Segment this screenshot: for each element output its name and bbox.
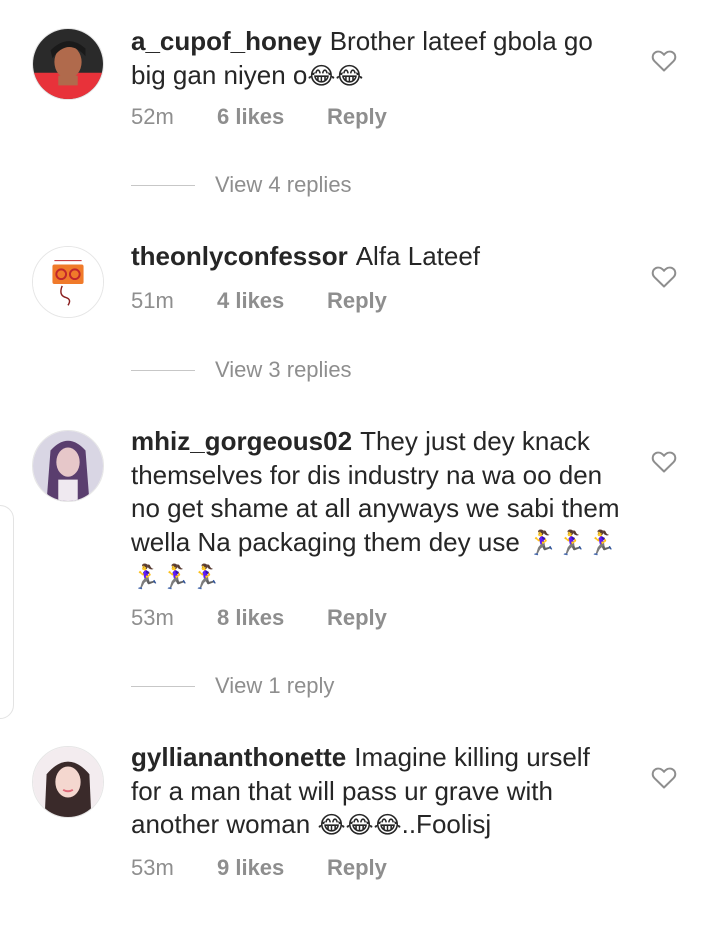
comment-username[interactable]: a_cupof_honey [131,26,322,56]
replies-divider [131,184,195,186]
replies-divider [131,369,195,371]
heart-outline-icon[interactable] [651,450,677,474]
view-replies-label: View 3 replies [215,357,352,382]
avatar[interactable] [32,28,104,100]
comment-meta: 53m 8 likes Reply [131,605,387,631]
comment-text: mhiz_gorgeous02 They just dey knack thems… [131,425,621,595]
heart-outline-icon[interactable] [651,49,677,73]
comment-username[interactable]: mhiz_gorgeous02 [131,426,352,456]
avatar[interactable] [32,746,104,818]
view-replies-button[interactable]: View 3 replies [131,357,352,383]
comment-likes[interactable]: 8 likes [217,605,327,631]
comment-emoji: 😂😂😂 [317,811,402,839]
comment-time: 53m [131,855,174,880]
comment-meta: 52m 6 likes Reply [131,104,387,130]
reply-button[interactable]: Reply [327,605,387,631]
comment-emoji: 😂😂 [307,61,364,90]
comment-text: a_cupof_honey Brother lateef gbola go big… [131,25,621,93]
comment-likes[interactable]: 9 likes [217,855,327,881]
comment-likes[interactable]: 6 likes [217,104,327,130]
comment-likes[interactable]: 4 likes [217,288,327,314]
reply-button[interactable]: Reply [327,855,387,881]
comment-username[interactable]: gylliananthonette [131,742,346,772]
comment-text: gylliananthonette Imagine killing urself … [131,741,621,843]
side-panel-edge [0,505,14,719]
heart-outline-icon[interactable] [651,265,677,289]
view-replies-button[interactable]: View 1 reply [131,673,334,699]
comment-body-suffix: ..Foolisj [401,809,492,839]
avatar[interactable] [32,430,104,502]
comment-meta: 51m 4 likes Reply [131,288,387,314]
reply-button[interactable]: Reply [327,104,387,130]
view-replies-label: View 1 reply [215,673,335,698]
view-replies-button[interactable]: View 4 replies [131,172,352,198]
comment-meta: 53m 9 likes Reply [131,855,387,881]
avatar[interactable] [32,246,104,318]
comment-time: 53m [131,605,174,630]
reply-button[interactable]: Reply [327,288,387,314]
comment-username[interactable]: theonlyconfessor [131,241,348,271]
comment-text: theonlyconfessor Alfa Lateef [131,240,621,274]
view-replies-label: View 4 replies [215,172,352,197]
heart-outline-icon[interactable] [651,766,677,790]
comment-time: 51m [131,288,174,313]
comment-time: 52m [131,104,174,129]
comment-body: Alfa Lateef [355,241,481,271]
replies-divider [131,685,195,687]
